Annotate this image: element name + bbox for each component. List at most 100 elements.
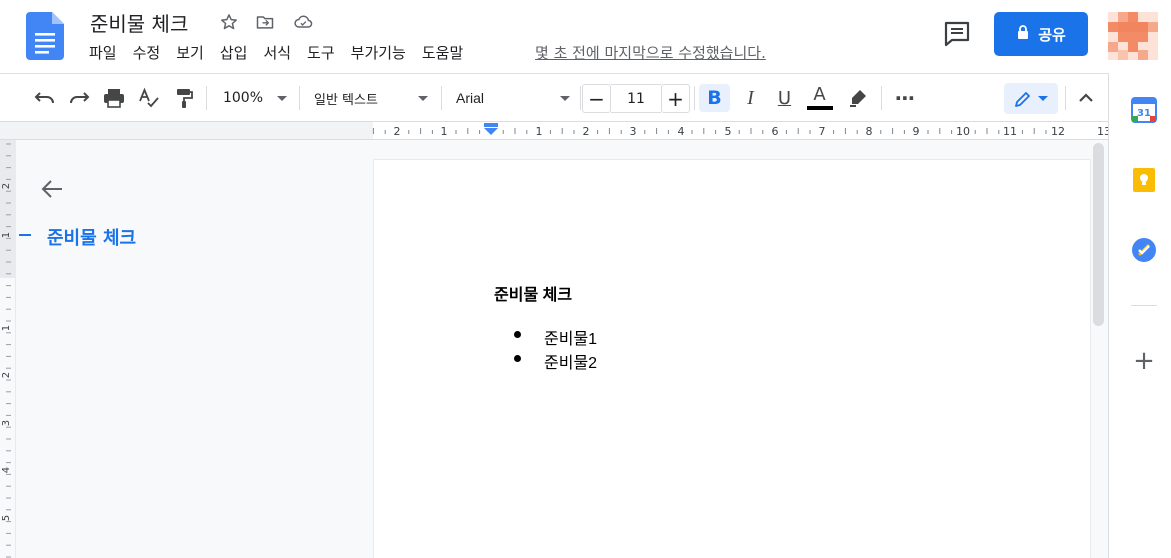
ruler-label: 2	[394, 125, 401, 138]
font-select[interactable]: Arial	[452, 84, 574, 112]
side-panel-divider	[1131, 305, 1157, 306]
zoom-value: 100%	[222, 90, 264, 106]
paint-format-icon[interactable]	[170, 84, 198, 112]
ruler-label: 11	[1003, 125, 1017, 138]
font-size-input[interactable]: 11	[611, 84, 661, 113]
last-edit-link[interactable]: 몇 초 전에 마지막으로 수정했습니다.	[535, 42, 766, 63]
menu-bar: 파일 수정 보기 삽입 서식 도구 부가기능 도움말	[89, 42, 479, 63]
toolbar-divider	[881, 86, 882, 110]
lock-icon	[1016, 24, 1030, 44]
vertical-ruler[interactable]: 2 1 1 2 3 4 5	[0, 140, 16, 558]
editing-mode-button[interactable]	[1004, 83, 1058, 114]
ruler-label: 4	[678, 125, 685, 138]
star-icon[interactable]	[217, 10, 241, 34]
vruler-label: 5	[1, 515, 12, 521]
pencil-icon	[1014, 90, 1032, 108]
share-label: 공유	[1038, 25, 1066, 44]
menu-insert[interactable]: 삽입	[220, 42, 256, 63]
vertical-scrollbar[interactable]	[1093, 143, 1104, 326]
calendar-icon[interactable]: 31	[1131, 97, 1157, 123]
highlight-icon[interactable]	[842, 84, 873, 112]
italic-button[interactable]: I	[735, 84, 766, 112]
text-color-swatch	[806, 106, 833, 110]
font-size-decrease-button[interactable]: −	[582, 84, 611, 113]
menu-help[interactable]: 도움말	[422, 42, 471, 63]
comment-icon[interactable]	[942, 20, 972, 48]
chevron-down-icon	[277, 95, 288, 101]
tasks-icon[interactable]	[1131, 237, 1157, 263]
toolbar-divider	[206, 86, 207, 110]
document-heading[interactable]: 준비물 체크	[494, 281, 572, 305]
style-select[interactable]: 일반 텍스트	[310, 84, 432, 112]
vruler-label: 1	[1, 325, 12, 331]
avatar[interactable]	[1108, 12, 1158, 60]
outline-active-indicator	[19, 234, 31, 236]
spellcheck-icon[interactable]	[135, 84, 163, 112]
cloud-saved-icon[interactable]	[291, 10, 315, 34]
list-item-text: 준비물2	[544, 355, 598, 372]
ruler-label: 13	[1097, 125, 1108, 138]
chevron-down-icon	[1038, 96, 1048, 101]
ruler-label: 10	[956, 125, 970, 138]
menu-addons[interactable]: 부가기능	[351, 42, 414, 63]
collapse-menus-icon[interactable]	[1074, 84, 1098, 112]
toolbar-divider	[580, 86, 581, 110]
bullet-icon	[514, 355, 521, 362]
outline-item[interactable]: 준비물 체크	[47, 224, 136, 250]
text-color-glyph: A	[813, 84, 826, 105]
ruler-label: 7	[819, 125, 826, 138]
ruler-label: 12	[1051, 125, 1065, 138]
zoom-select[interactable]: 100%	[218, 84, 292, 112]
ruler-label: 9	[913, 125, 920, 138]
document-page[interactable]	[374, 160, 1090, 558]
ruler-label: 1	[536, 125, 543, 138]
app-window: 준비물 체크 파일 수정 보기 삽입 서식 도구 부가기능 도움말 몇 초 전에…	[0, 0, 1171, 558]
print-icon[interactable]	[100, 84, 128, 112]
font-size-increase-button[interactable]: +	[661, 84, 690, 113]
undo-icon[interactable]	[31, 84, 59, 112]
chevron-down-icon	[418, 95, 428, 101]
bullet-icon	[514, 331, 521, 338]
ruler-label: 2	[583, 125, 590, 138]
font-value: Arial	[456, 90, 485, 106]
bold-button[interactable]: B	[699, 84, 730, 112]
calendar-day: 31	[1137, 108, 1151, 119]
menu-tools[interactable]: 도구	[307, 42, 343, 63]
vruler-label: 1	[1, 232, 12, 238]
horizontal-ruler[interactable]: 2 1 1 2 3 4 5 6 7 8 9 10 11 12 13	[0, 122, 1108, 140]
vruler-label: 4	[1, 467, 12, 473]
toolbar-divider	[1065, 86, 1066, 110]
text-color-button[interactable]: A	[804, 84, 835, 112]
menu-file[interactable]: 파일	[89, 42, 125, 63]
underline-button[interactable]: U	[769, 84, 800, 112]
ruler-label: 1	[441, 125, 448, 138]
redo-icon[interactable]	[65, 84, 93, 112]
docs-logo-icon[interactable]	[26, 12, 64, 60]
toolbar-divider	[441, 86, 442, 110]
list-item-text: 준비물1	[544, 331, 598, 348]
back-arrow-icon[interactable]	[40, 178, 66, 200]
vruler-label: 2	[1, 372, 12, 378]
ruler-label: 3	[630, 125, 637, 138]
ruler-label: 8	[866, 125, 873, 138]
menu-format[interactable]: 서식	[263, 42, 299, 63]
share-button[interactable]: 공유	[994, 12, 1088, 56]
menu-view[interactable]: 보기	[176, 42, 212, 63]
move-folder-icon[interactable]	[253, 10, 277, 34]
menu-edit[interactable]: 수정	[133, 42, 169, 63]
header-bar: 준비물 체크 파일 수정 보기 삽입 서식 도구 부가기능 도움말 몇 초 전에…	[0, 0, 1158, 73]
ruler-label: 6	[772, 125, 779, 138]
more-options-button[interactable]: ⋯	[890, 84, 920, 112]
side-panel	[1108, 73, 1171, 558]
toolbar: 100% 일반 텍스트 Arial − 11 + B I U A ⋯	[0, 73, 1108, 122]
toolbar-divider	[694, 86, 695, 110]
ruler-label: 5	[725, 125, 732, 138]
chevron-down-icon	[560, 95, 570, 101]
document-title[interactable]: 준비물 체크	[90, 8, 188, 37]
style-value: 일반 텍스트	[314, 92, 378, 108]
keep-icon[interactable]	[1131, 167, 1157, 193]
add-addon-button[interactable]: +	[1131, 346, 1157, 376]
vruler-label: 3	[1, 420, 12, 426]
toolbar-divider	[299, 86, 300, 110]
vruler-label: 2	[1, 183, 12, 189]
